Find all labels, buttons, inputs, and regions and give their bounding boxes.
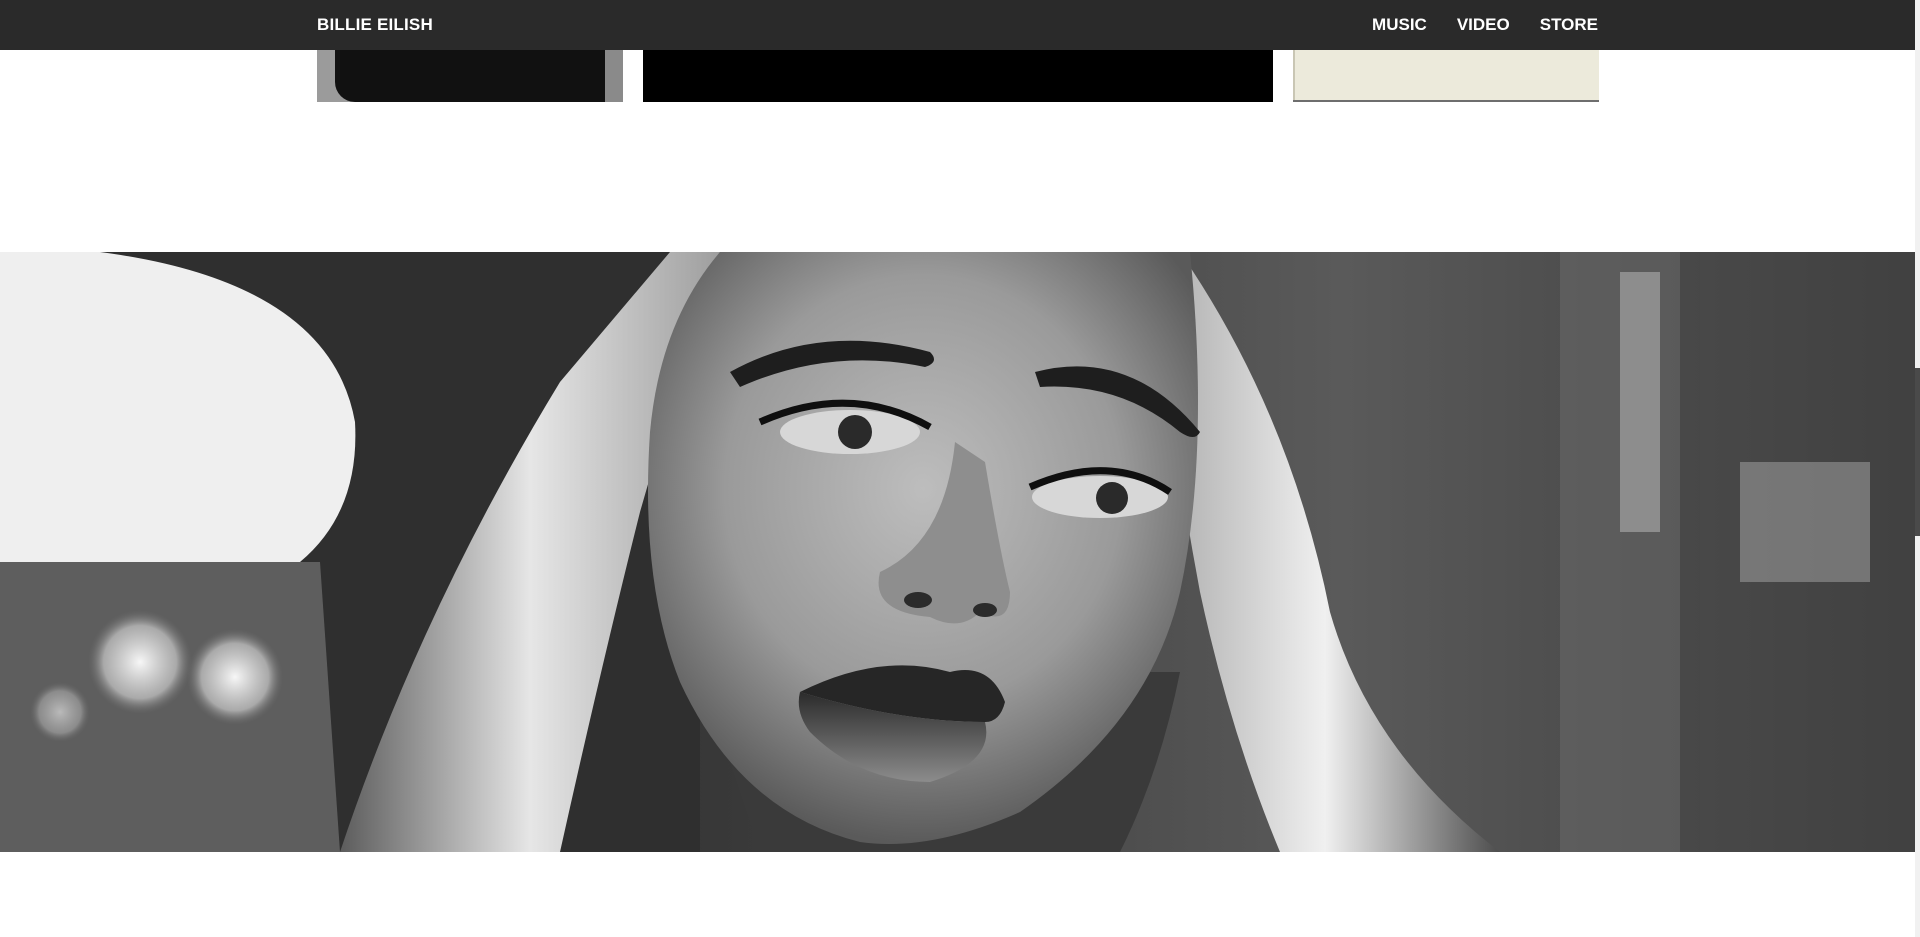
top-navbar: BILLIE EILISH MUSIC VIDEO STORE bbox=[0, 0, 1915, 50]
nav-link-store[interactable]: STORE bbox=[1540, 15, 1598, 35]
page: BILLIE EILISH MUSIC VIDEO STORE bbox=[0, 0, 1920, 937]
brand-link[interactable]: BILLIE EILISH bbox=[317, 0, 433, 50]
nav-links: MUSIC VIDEO STORE bbox=[1372, 0, 1598, 50]
nav-link-video[interactable]: VIDEO bbox=[1457, 15, 1510, 35]
nav-link-music[interactable]: MUSIC bbox=[1372, 15, 1427, 35]
page-scrollbar[interactable] bbox=[1915, 0, 1920, 937]
portrait-illustration bbox=[0, 252, 1915, 852]
hero-portrait-image bbox=[0, 252, 1915, 852]
scrollbar-thumb[interactable] bbox=[1915, 368, 1920, 536]
